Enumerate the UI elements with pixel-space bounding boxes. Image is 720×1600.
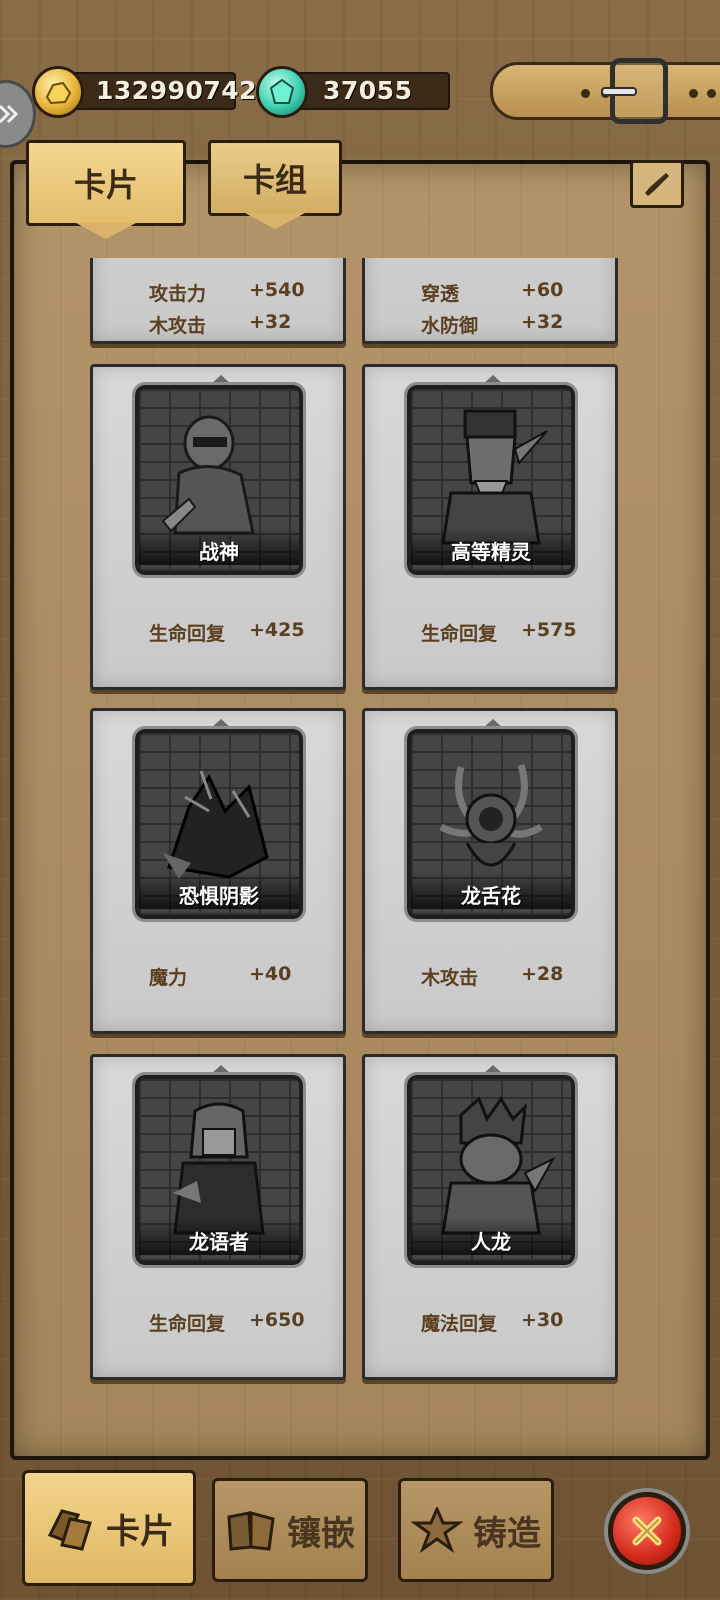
card-portrait: 恐惧阴影 [132, 726, 306, 922]
nav-cards-button[interactable]: 卡片 [22, 1470, 196, 1586]
brush-icon [645, 173, 669, 196]
stat-name: 魔法回复 [421, 1313, 498, 1335]
card-name: 龙舌花 [411, 872, 571, 909]
card-portrait: 高等精灵 [404, 382, 578, 578]
card-name: 战神 [139, 528, 299, 565]
card-grid[interactable]: 攻击力 +540 木攻击 +32 穿透 +60 水防御 +32 战神 生命回复 … [82, 258, 627, 1388]
close-button[interactable] [608, 1492, 686, 1570]
cards-icon [47, 1509, 92, 1551]
nav-inlay-label: 镶嵌 [287, 1513, 355, 1554]
stat-value: +425 [249, 619, 305, 641]
tab-deck-label: 卡组 [242, 161, 307, 199]
gem-amount: 37055 [323, 76, 413, 105]
stat-value: +650 [249, 1309, 305, 1331]
stat-name: 生命回复 [149, 1313, 226, 1335]
stat-name: 水防御 [421, 315, 479, 337]
belt-buckle-toggle[interactable] [601, 58, 668, 124]
bottom-nav: 卡片 镶嵌 铸造 [0, 1470, 720, 1600]
card-name: 人龙 [411, 1218, 571, 1255]
edit-button[interactable] [630, 160, 684, 208]
card-item[interactable]: 攻击力 +540 木攻击 +32 [90, 258, 346, 344]
nav-cards-label: 卡片 [106, 1511, 174, 1552]
tab-cards[interactable]: 卡片 [26, 140, 186, 226]
stat-value: +60 [521, 279, 564, 301]
tab-cards-label: 卡片 [73, 166, 138, 204]
card-portrait: 人龙 [404, 1072, 578, 1268]
card-name: 恐惧阴影 [139, 872, 299, 909]
stat-name: 攻击力 [149, 283, 207, 305]
gold-amount: 1329907427 [96, 76, 275, 105]
stat-value: +575 [521, 619, 577, 641]
forge-star-icon [411, 1507, 463, 1553]
book-icon [227, 1511, 275, 1551]
gold-nugget-icon [32, 66, 84, 118]
stat-value: +28 [521, 963, 564, 985]
card-item[interactable]: 龙舌花 木攻击 +28 [362, 708, 618, 1034]
card-item[interactable]: 高等精灵 生命回复 +575 [362, 364, 618, 690]
nav-forge-label: 铸造 [473, 1513, 541, 1554]
nav-forge-button[interactable]: 铸造 [398, 1478, 554, 1582]
stat-value: +40 [249, 963, 292, 985]
gem-icon [256, 66, 308, 118]
card-portrait: 龙语者 [132, 1072, 306, 1268]
stat-name: 木攻击 [149, 315, 207, 337]
tab-deck[interactable]: 卡组 [208, 140, 342, 216]
stat-name: 生命回复 [149, 623, 226, 645]
stat-value: +32 [521, 311, 564, 333]
stat-value: +30 [521, 1309, 564, 1331]
stat-value: +540 [249, 279, 305, 301]
top-bar: 1329907427 37055 [0, 0, 720, 148]
card-item[interactable]: 战神 生命回复 +425 [90, 364, 346, 690]
nav-inlay-button[interactable]: 镶嵌 [212, 1478, 368, 1582]
double-chevron-right-icon [0, 104, 19, 124]
stat-name: 生命回复 [421, 623, 498, 645]
stat-value: +32 [249, 311, 292, 333]
card-item[interactable]: 龙语者 生命回复 +650 [90, 1054, 346, 1380]
card-portrait: 战神 [132, 382, 306, 578]
card-item[interactable]: 人龙 魔法回复 +30 [362, 1054, 618, 1380]
card-name: 龙语者 [139, 1218, 299, 1255]
card-item[interactable]: 穿透 +60 水防御 +32 [362, 258, 618, 344]
side-expand-button[interactable] [0, 80, 36, 148]
stat-name: 木攻击 [421, 967, 479, 989]
close-icon [632, 1516, 662, 1546]
stat-name: 穿透 [421, 283, 460, 305]
card-portrait: 龙舌花 [404, 726, 578, 922]
card-item[interactable]: 恐惧阴影 魔力 +40 [90, 708, 346, 1034]
stat-name: 魔力 [149, 967, 188, 989]
card-name: 高等精灵 [411, 528, 571, 565]
